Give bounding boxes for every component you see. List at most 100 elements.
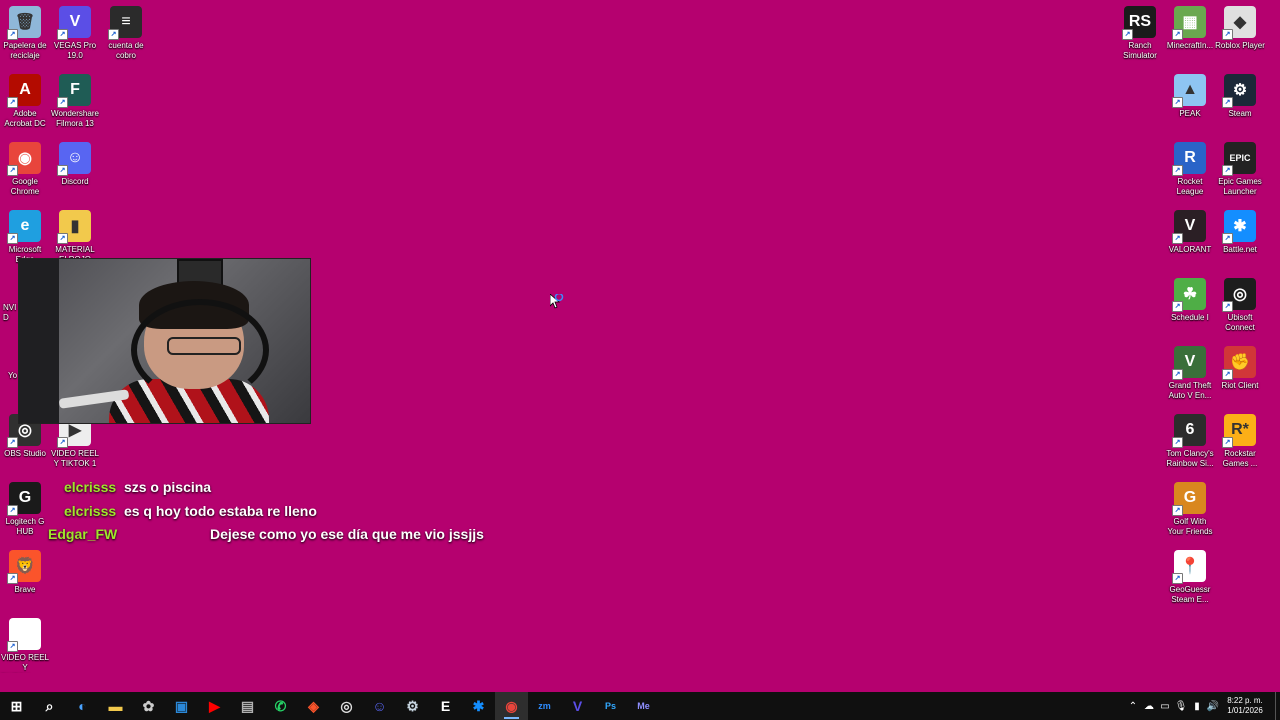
- desktop-icon[interactable]: ✱ ↗ Battle.net: [1215, 210, 1265, 255]
- system-tray: ⌃ ☁ ▭ 🎙 ▮ 🔊 8:22 p. m. 1/01/2026: [1125, 692, 1280, 720]
- desktop-icon[interactable]: EPIC ↗ Epic Games Launcher: [1215, 142, 1265, 197]
- chat-username: elcrisss: [64, 479, 117, 495]
- desktop-icon-label: Discord: [61, 177, 89, 186]
- desktop-icon[interactable]: ☺ ↗ Discord: [50, 142, 100, 187]
- recycle-bin-icon: 🗑 ↗: [7, 6, 41, 40]
- desktop-icon[interactable]: ⚙ ↗ Steam: [1215, 74, 1265, 119]
- desktop-icon[interactable]: ☘ ↗ Schedule I: [1165, 278, 1215, 323]
- generic-app-icon: ▤: [240, 697, 255, 714]
- epic-games-icon: E: [440, 698, 451, 714]
- desktop-icon-nvidia-partial[interactable]: NVID: [0, 300, 20, 323]
- desktop-icon[interactable]: ▦ ↗ MinecraftIn...: [1165, 6, 1215, 51]
- taskbar-copilot-button[interactable]: ◐: [66, 692, 99, 720]
- folder-icon: ▮ ↗: [57, 210, 91, 244]
- shortcut-arrow-icon: ↗: [1222, 165, 1233, 176]
- start-button[interactable]: ⊞: [0, 692, 33, 720]
- desktop-icon[interactable]: ≡ ↗ cuenta de cobro: [101, 6, 151, 61]
- desktop-icon[interactable]: G ↗ Logitech G HUB: [0, 482, 50, 537]
- shortcut-arrow-icon: ↗: [7, 573, 18, 584]
- riot-icon: ✊ ↗: [1222, 346, 1256, 380]
- taskbar-file-explorer-button[interactable]: ▬: [99, 692, 132, 720]
- taskbar-discord-button[interactable]: ☺: [363, 692, 396, 720]
- desktop-icon[interactable]: 🦁 ↗ Brave: [0, 550, 50, 595]
- desktop-icon-youtube-partial[interactable]: Yo: [0, 368, 20, 381]
- desktop-icon[interactable]: 🗑 ↗ Papelera de reciclaje: [0, 6, 50, 61]
- steam-icon: ⚙ ↗: [1222, 74, 1256, 108]
- desktop-icon[interactable]: ◎ ↗ Ubisoft Connect: [1215, 278, 1265, 333]
- zoom-icon: zm: [538, 701, 551, 711]
- desktop-icon[interactable]: F ↗ Wondershare Filmora 13: [50, 74, 100, 129]
- taskbar-chatgpt-button[interactable]: ✿: [132, 692, 165, 720]
- shortcut-arrow-icon: ↗: [7, 165, 18, 176]
- chat-text: szs o piscina: [123, 479, 212, 495]
- photoshop-icon: Ps: [604, 701, 616, 711]
- taskbar-photoshop-button[interactable]: Ps: [594, 692, 627, 720]
- taskbar-youtube-button[interactable]: ▶: [198, 692, 231, 720]
- taskbar-brave-button[interactable]: ◈: [297, 692, 330, 720]
- taskbar-steam-button[interactable]: ⚙: [396, 692, 429, 720]
- taskbar-generic-app-button[interactable]: ▤: [231, 692, 264, 720]
- desktop-icon-label: Schedule I: [1171, 313, 1209, 322]
- shortcut-arrow-icon: ↗: [7, 505, 18, 516]
- desktop-icon[interactable]: R ↗ Rocket League: [1165, 142, 1215, 197]
- shortcut-arrow-icon: ↗: [1172, 29, 1183, 40]
- clock[interactable]: 8:22 p. m. 1/01/2026: [1221, 696, 1269, 716]
- microphone-icon[interactable]: 🎙: [1173, 701, 1189, 712]
- desktop-icon[interactable]: 📍 ↗ GeoGuessr Steam E...: [1165, 550, 1215, 605]
- file-explorer-icon: ▬: [108, 698, 123, 714]
- taskbar-whatsapp-button[interactable]: ✆: [264, 692, 297, 720]
- desktop-icon[interactable]: RS ↗ Ranch Simulator: [1115, 6, 1165, 61]
- desktop-icon-label: MinecraftIn...: [1166, 41, 1214, 50]
- desktop-icon[interactable]: ◉ ↗ Google Chrome: [0, 142, 50, 197]
- desktop-icon[interactable]: A ↗ Adobe Acrobat DC: [0, 74, 50, 129]
- taskbar-search-button[interactable]: ⌕: [33, 692, 66, 720]
- taskbar-chrome-button[interactable]: ◉: [495, 692, 528, 720]
- gta-v-icon: V ↗: [1172, 346, 1206, 380]
- show-desktop-button[interactable]: [1275, 692, 1280, 720]
- shortcut-arrow-icon: ↗: [1222, 301, 1233, 312]
- chrome-icon: ◉: [505, 697, 518, 714]
- cloud-icon[interactable]: ☁: [1141, 701, 1157, 712]
- chat-message: elcrisss es q hoy todo estaba re lleno: [64, 503, 317, 519]
- whatsapp-icon: ✆: [274, 697, 287, 714]
- desktop-icon[interactable]: ◆ ↗ Roblox Player: [1215, 6, 1265, 51]
- desktop-icon-label: Logitech G HUB: [5, 517, 45, 536]
- desktop-icon-label: Brave: [14, 585, 36, 594]
- desktop-icon-label: Roblox Player: [1215, 41, 1265, 50]
- shortcut-arrow-icon: ↗: [1172, 505, 1183, 516]
- desktop-icon[interactable]: e↗Microsoft Edge: [0, 210, 50, 265]
- desktop-icon-label: GeoGuessr Steam E...: [1169, 585, 1211, 604]
- volume-icon[interactable]: 🔊: [1205, 701, 1221, 712]
- battery-icon[interactable]: ▮: [1189, 701, 1205, 712]
- epic-games-icon: EPIC ↗: [1222, 142, 1256, 176]
- desktop-icon[interactable]: V ↗ VEGAS Pro 19.0: [50, 6, 100, 61]
- desktop-icon[interactable]: ▲ ↗ PEAK: [1165, 74, 1215, 119]
- taskbar-zoom-button[interactable]: zm: [528, 692, 561, 720]
- taskbar-media-encoder-button[interactable]: Me: [627, 692, 660, 720]
- chevron-up-icon[interactable]: ⌃: [1125, 701, 1141, 712]
- taskbar-battlenet-button[interactable]: ✱: [462, 692, 495, 720]
- desktop-icon[interactable]: G ↗ Golf With Your Friends: [1165, 482, 1215, 537]
- minecraft-icon: ▦ ↗: [1172, 6, 1206, 40]
- desktop-icon[interactable]: ▮↗MATERIAL ELROJO: [50, 210, 100, 265]
- taskbar-vegas-pro-button[interactable]: V: [561, 692, 594, 720]
- taskbar-epic-games-button[interactable]: E: [429, 692, 462, 720]
- network-icon[interactable]: ▭: [1157, 701, 1173, 712]
- desktop-icon-label: cuenta de cobro: [108, 41, 144, 60]
- desktop-icon-label: Golf With Your Friends: [1167, 517, 1213, 536]
- clock-time: 8:22 p. m.: [1227, 696, 1263, 705]
- desktop-icon-label: VALORANT: [1168, 245, 1212, 254]
- peak-icon: ▲ ↗: [1172, 74, 1206, 108]
- desktop-icon-label: Tom Clancy's Rainbow Si...: [1166, 449, 1214, 468]
- chat-message-text: Dejese como yo ese día que me vio jssjjs: [210, 526, 484, 542]
- desktop-icon[interactable]: 6 ↗ Tom Clancy's Rainbow Si...: [1165, 414, 1215, 469]
- desktop-icon[interactable]: V ↗ Grand Theft Auto V En...: [1165, 346, 1215, 401]
- shortcut-arrow-icon: ↗: [57, 97, 68, 108]
- desktop-icon[interactable]: R* ↗ Rockstar Games ...: [1215, 414, 1265, 469]
- taskbar-store-button[interactable]: ▣: [165, 692, 198, 720]
- taskbar-obs-button[interactable]: ◎: [330, 692, 363, 720]
- desktop-icon[interactable]: V ↗ VALORANT: [1165, 210, 1215, 255]
- battlenet-icon: ✱ ↗: [1222, 210, 1256, 244]
- desktop-icon[interactable]: ↗VIDEO REEL Y TIKTOK.veg...: [0, 618, 50, 673]
- desktop-icon[interactable]: ✊ ↗ Riot Client: [1215, 346, 1265, 391]
